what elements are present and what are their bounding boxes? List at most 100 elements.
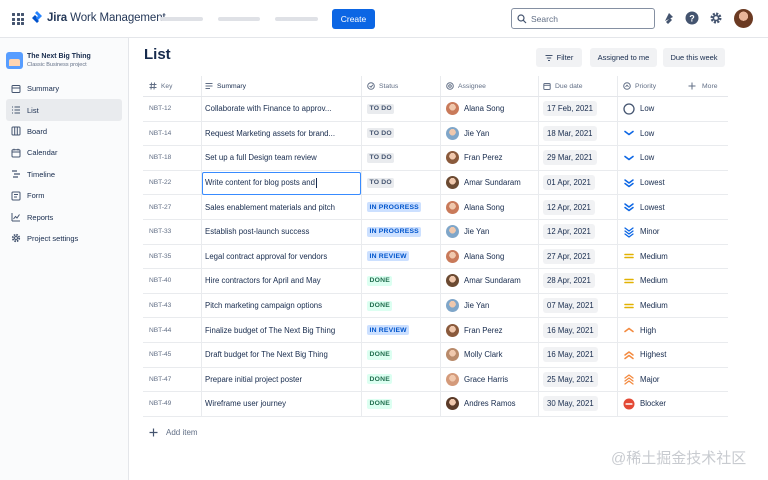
issue-key[interactable]: NBT-49 (149, 392, 199, 416)
priority-cell[interactable]: Low (623, 146, 693, 170)
issue-summary[interactable]: Collaborate with Finance to approv... (205, 97, 355, 121)
status-cell[interactable]: TO DO (367, 97, 437, 121)
app-switcher-icon[interactable] (12, 13, 24, 25)
assignee-cell[interactable]: Grace Harris (446, 368, 541, 392)
due-date-cell[interactable]: 16 May, 2021 (543, 318, 618, 342)
issue-key[interactable]: NBT-14 (149, 122, 199, 146)
assignee-cell[interactable]: Jie Yan (446, 122, 541, 146)
status-cell[interactable]: DONE (367, 343, 437, 367)
priority-cell[interactable]: Minor (623, 220, 693, 244)
issue-key[interactable]: NBT-33 (149, 220, 199, 244)
col-header-status[interactable]: Status (367, 76, 437, 96)
assignee-cell[interactable]: Fran Perez (446, 146, 541, 170)
add-item-button[interactable]: Add item (149, 428, 198, 437)
notifications-icon[interactable] (662, 11, 676, 25)
issue-summary[interactable]: Legal contract approval for vendors (205, 245, 355, 269)
issue-key[interactable]: NBT-47 (149, 368, 199, 392)
issue-key[interactable]: NBT-35 (149, 245, 199, 269)
issue-key[interactable]: NBT-44 (149, 318, 199, 342)
assignee-cell[interactable]: Alana Song (446, 245, 541, 269)
create-button[interactable]: Create (332, 9, 375, 29)
col-header-due-date[interactable]: Due date (543, 76, 618, 96)
table-row[interactable]: NBT-40 Hire contractors for April and May… (143, 269, 728, 294)
issue-summary[interactable]: Establish post-launch success (205, 220, 355, 244)
table-row[interactable]: NBT-49 Wireframe user journey DONE Andres R… (143, 392, 728, 417)
assigned-to-me-button[interactable]: Assigned to me (590, 48, 657, 67)
issue-summary[interactable]: Draft budget for The Next Big Thing (205, 343, 355, 367)
priority-cell[interactable]: Highest (623, 343, 693, 367)
sidebar-item-summary[interactable]: Summary (6, 78, 122, 99)
due-date-cell[interactable]: 25 May, 2021 (543, 368, 618, 392)
user-avatar[interactable] (734, 9, 753, 28)
sidebar-item-board[interactable]: Board (6, 121, 122, 142)
summary-input[interactable]: Write content for blog posts and (205, 171, 355, 195)
status-cell[interactable]: TO DO (367, 122, 437, 146)
col-header-key[interactable]: Key (149, 76, 199, 96)
due-date-cell[interactable]: 01 Apr, 2021 (543, 171, 618, 195)
search-input[interactable]: Search (511, 8, 655, 29)
status-cell[interactable]: TO DO (367, 146, 437, 170)
table-row[interactable]: NBT-12 Collaborate with Finance to approv… (143, 97, 728, 122)
status-cell[interactable]: IN REVIEW (367, 318, 437, 342)
help-icon[interactable]: ? (685, 11, 699, 25)
due-date-cell[interactable]: 28 Apr, 2021 (543, 269, 618, 293)
assignee-cell[interactable]: Jie Yan (446, 294, 541, 318)
issue-key[interactable]: NBT-22 (149, 171, 199, 195)
issue-summary[interactable]: Hire contractors for April and May (205, 269, 355, 293)
issue-summary[interactable]: Set up a full Design team review (205, 146, 355, 170)
issue-summary[interactable]: Sales enablement materials and pitch (205, 195, 355, 219)
priority-cell[interactable]: Medium (623, 269, 693, 293)
table-row[interactable]: NBT-44 Finalize budget of The Next Big Th… (143, 318, 728, 343)
product-logo[interactable]: Jira Work Management (31, 11, 166, 25)
due-date-cell[interactable]: 07 May, 2021 (543, 294, 618, 318)
sidebar-item-timeline[interactable]: Timeline (6, 164, 122, 185)
status-cell[interactable]: DONE (367, 294, 437, 318)
col-header-priority[interactable]: Priority (623, 76, 693, 96)
add-column-button[interactable]: More (688, 76, 728, 96)
col-header-summary[interactable]: Summary (205, 76, 355, 96)
issue-key[interactable]: NBT-40 (149, 269, 199, 293)
table-row[interactable]: NBT-33 Establish post-launch success IN PR… (143, 219, 728, 245)
status-cell[interactable]: DONE (367, 269, 437, 293)
sidebar-item-project-settings[interactable]: Project settings (6, 228, 122, 249)
priority-cell[interactable]: Low (623, 122, 693, 146)
nav-placeholder[interactable] (275, 17, 318, 21)
status-cell[interactable]: DONE (367, 392, 437, 416)
table-row[interactable]: NBT-14 Request Marketing assets for brand… (143, 121, 728, 147)
due-date-cell[interactable]: 27 Apr, 2021 (543, 245, 618, 269)
assignee-cell[interactable]: Andres Ramos (446, 392, 541, 416)
due-date-cell[interactable]: 29 Mar, 2021 (543, 146, 618, 170)
sidebar-item-calendar[interactable]: Calendar (6, 142, 122, 163)
status-cell[interactable]: TO DO (367, 171, 437, 195)
assignee-cell[interactable]: Amar Sundaram (446, 171, 541, 195)
status-cell[interactable]: DONE (367, 368, 437, 392)
status-cell[interactable]: IN REVIEW (367, 245, 437, 269)
priority-cell[interactable]: Medium (623, 294, 693, 318)
due-date-cell[interactable]: 30 May, 2021 (543, 392, 618, 416)
priority-cell[interactable]: Major (623, 368, 693, 392)
table-row[interactable]: NBT-22 Write content for blog posts and TO… (143, 170, 728, 196)
issue-key[interactable]: NBT-27 (149, 195, 199, 219)
project-header[interactable]: The Next Big Thing Classic Business proj… (6, 52, 91, 69)
nav-placeholder[interactable] (160, 17, 203, 21)
assignee-cell[interactable]: Alana Song (446, 97, 541, 121)
priority-cell[interactable]: Low (623, 97, 693, 121)
due-date-cell[interactable]: 12 Apr, 2021 (543, 195, 618, 219)
table-row[interactable]: NBT-45 Draft budget for The Next Big Thin… (143, 342, 728, 368)
issue-summary[interactable]: Request Marketing assets for brand... (205, 122, 355, 146)
assignee-cell[interactable]: Jie Yan (446, 220, 541, 244)
priority-cell[interactable]: Lowest (623, 195, 693, 219)
due-this-week-button[interactable]: Due this week (663, 48, 725, 67)
issue-key[interactable]: NBT-45 (149, 343, 199, 367)
table-row[interactable]: NBT-43 Pitch marketing campaign options DO… (143, 293, 728, 319)
table-row[interactable]: NBT-47 Prepare initial project poster DONE… (143, 367, 728, 393)
table-row[interactable]: NBT-18 Set up a full Design team review TO… (143, 146, 728, 171)
sidebar-item-form[interactable]: Form (6, 185, 122, 206)
issue-summary[interactable]: Wireframe user journey (205, 392, 355, 416)
issue-key[interactable]: NBT-18 (149, 146, 199, 170)
status-cell[interactable]: IN PROGRESS (367, 195, 437, 219)
due-date-cell[interactable]: 17 Feb, 2021 (543, 97, 618, 121)
filter-button[interactable]: Filter (536, 48, 582, 67)
priority-cell[interactable]: Medium (623, 245, 693, 269)
sidebar-item-reports[interactable]: Reports (6, 206, 122, 227)
